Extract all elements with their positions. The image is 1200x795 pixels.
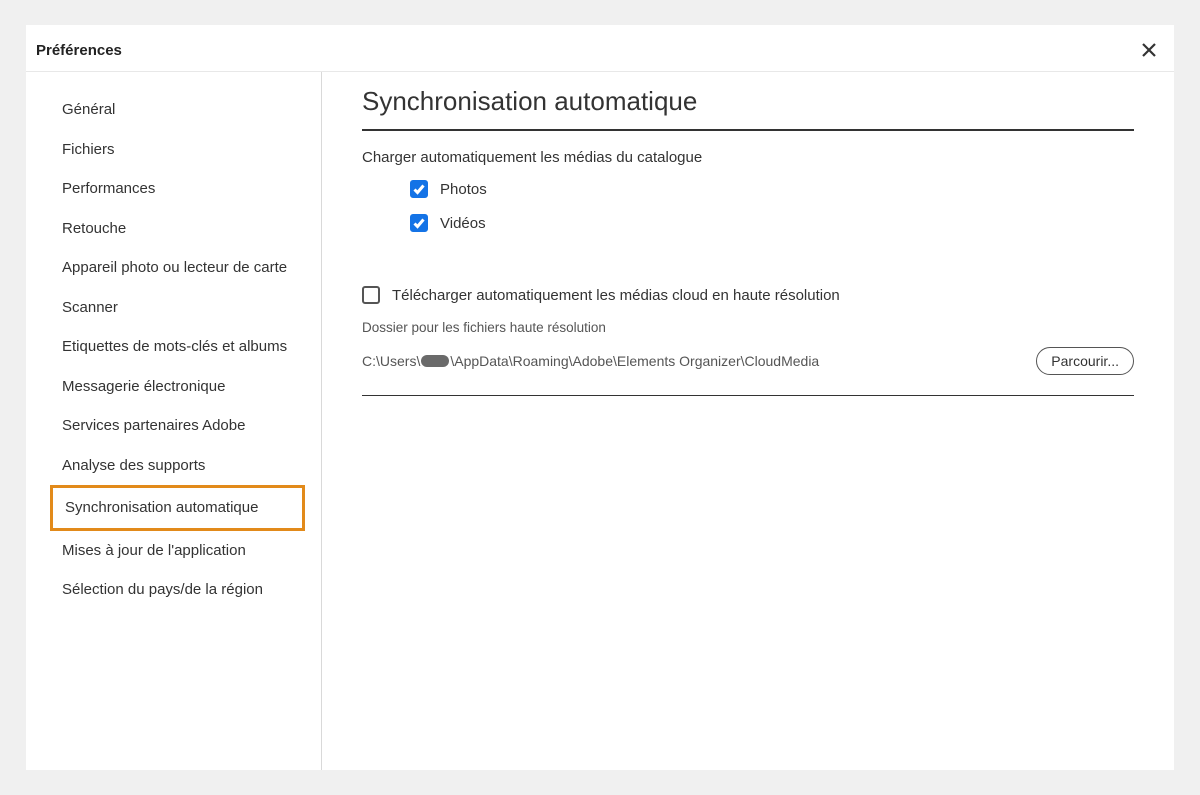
folder-path-prefix: C:\Users\ xyxy=(362,353,420,369)
redacted-username xyxy=(421,355,449,367)
spacer xyxy=(362,248,1134,286)
folder-row: C:\Users\ \AppData\Roaming\Adobe\Element… xyxy=(362,347,1134,396)
check-icon xyxy=(413,183,425,195)
main-panel: Synchronisation automatique Charger auto… xyxy=(322,72,1174,770)
sidebar: Général Fichiers Performances Retouche A… xyxy=(26,72,322,770)
dialog-content: Général Fichiers Performances Retouche A… xyxy=(26,72,1174,770)
sidebar-item-keyword-tags[interactable]: Etiquettes de mots-clés et albums xyxy=(26,327,321,367)
panel-heading: Synchronisation automatique xyxy=(362,86,1134,131)
preferences-dialog: Préférences Général Fichiers Performance… xyxy=(26,25,1174,770)
auto-upload-label: Charger automatiquement les médias du ca… xyxy=(362,149,1134,166)
sidebar-item-files[interactable]: Fichiers xyxy=(26,130,321,170)
sidebar-item-email[interactable]: Messagerie électronique xyxy=(26,367,321,407)
sidebar-item-camera[interactable]: Appareil photo ou lecteur de carte xyxy=(26,248,321,288)
folder-path: C:\Users\ \AppData\Roaming\Adobe\Element… xyxy=(362,353,819,369)
sidebar-item-media-analysis[interactable]: Analyse des supports xyxy=(26,446,321,486)
auto-download-checkbox-row: Télécharger automatiquement les médias c… xyxy=(362,286,1134,304)
folder-path-suffix: \AppData\Roaming\Adobe\Elements Organize… xyxy=(450,353,819,369)
photos-checkbox[interactable] xyxy=(410,180,428,198)
videos-checkbox-row: Vidéos xyxy=(410,214,1134,232)
close-button[interactable] xyxy=(1138,39,1160,61)
sidebar-item-general[interactable]: Général xyxy=(26,90,321,130)
sidebar-item-app-updates[interactable]: Mises à jour de l'application xyxy=(26,531,321,571)
close-icon xyxy=(1141,42,1157,58)
browse-button[interactable]: Parcourir... xyxy=(1036,347,1134,375)
dialog-title: Préférences xyxy=(36,42,122,59)
videos-checkbox[interactable] xyxy=(410,214,428,232)
sidebar-item-partner-services[interactable]: Services partenaires Adobe xyxy=(26,406,321,446)
videos-checkbox-label: Vidéos xyxy=(440,215,486,232)
photos-checkbox-row: Photos xyxy=(410,180,1134,198)
photos-checkbox-label: Photos xyxy=(440,181,487,198)
titlebar: Préférences xyxy=(26,25,1174,72)
sidebar-item-auto-sync[interactable]: Synchronisation automatique xyxy=(50,485,305,531)
auto-download-checkbox-label: Télécharger automatiquement les médias c… xyxy=(392,287,840,304)
sidebar-item-country[interactable]: Sélection du pays/de la région xyxy=(26,570,321,610)
check-icon xyxy=(413,217,425,229)
sidebar-item-editing[interactable]: Retouche xyxy=(26,209,321,249)
sidebar-item-scanner[interactable]: Scanner xyxy=(26,288,321,328)
sidebar-item-performance[interactable]: Performances xyxy=(26,169,321,209)
auto-download-checkbox[interactable] xyxy=(362,286,380,304)
folder-label: Dossier pour les fichiers haute résoluti… xyxy=(362,320,1134,335)
